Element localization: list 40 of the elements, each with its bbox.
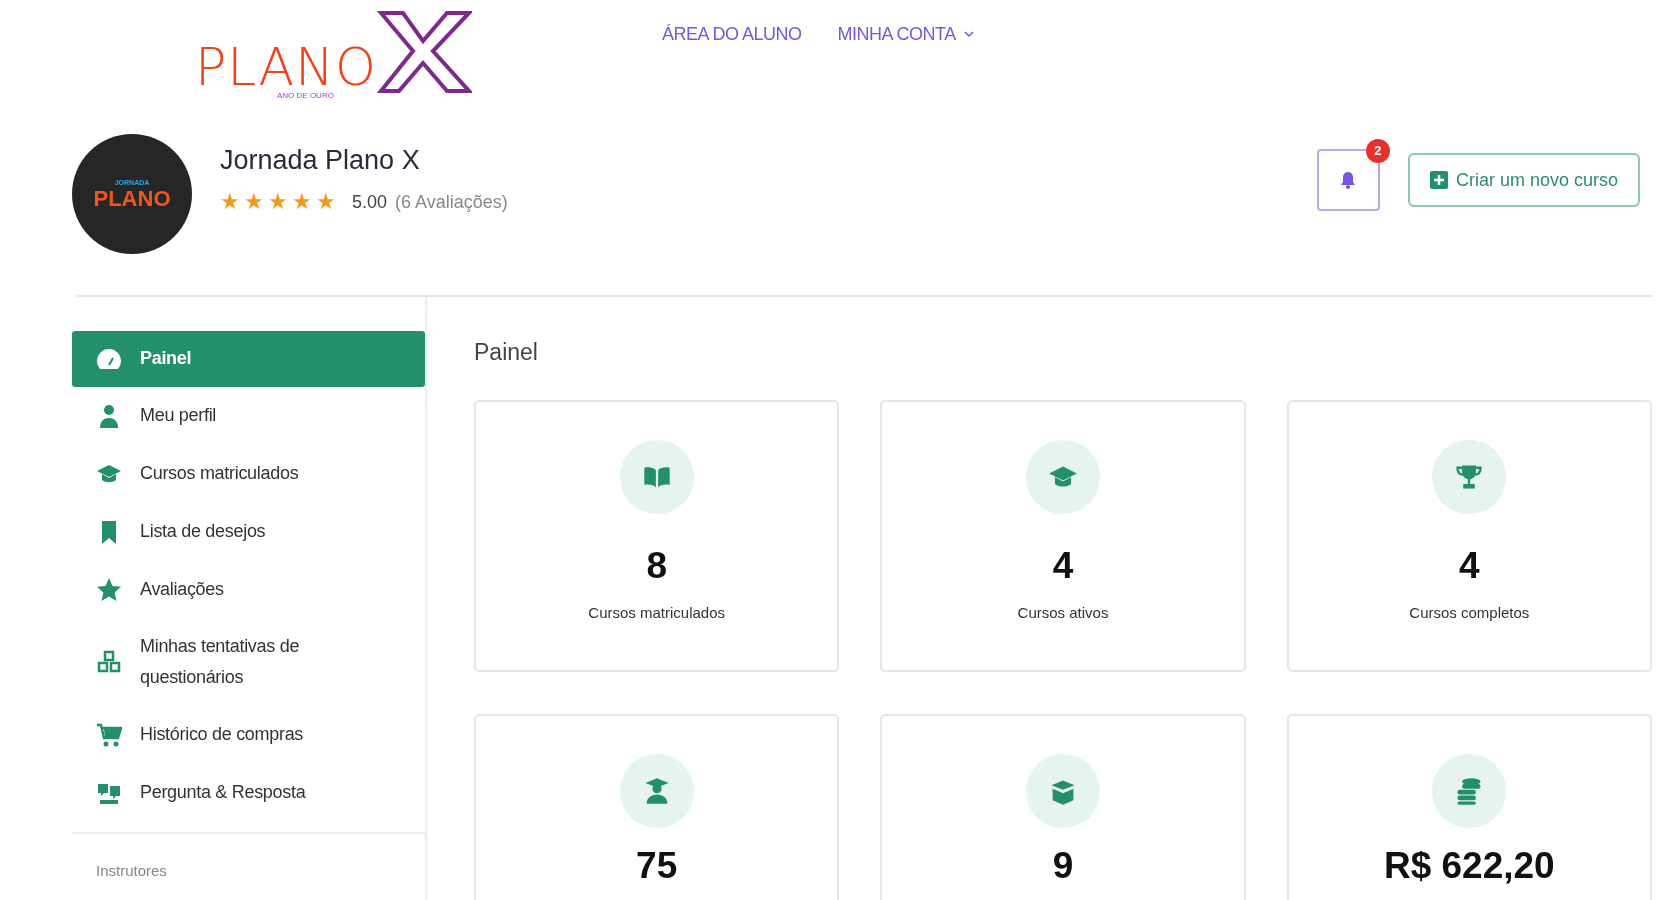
cart-icon [96,721,122,748]
plus-square-icon [1429,171,1448,189]
stat-value: R$ 622,20 [1383,843,1555,888]
sidebar-item[interactable]: Painel [72,331,425,387]
profile-name: Jornada Plano X [220,144,421,177]
squares-icon [96,649,122,675]
page-title: Painel [474,338,539,367]
sidebar-item[interactable]: Meu perfil [72,386,425,445]
star-icon: ★ [244,191,264,213]
bell-icon [1340,171,1357,189]
sidebar-item[interactable]: Avaliações [72,560,425,619]
sidebar-section-title: Instrutores [95,860,168,881]
sidebar-item[interactable]: Histórico de compras [72,705,425,764]
star-icon: ★ [268,191,288,213]
stat-value: 9 [1052,843,1074,888]
x-logo-icon [376,9,472,93]
sidebar-item[interactable]: Minhas tentativas de questionários [72,618,425,706]
star-icon: ★ [316,191,336,213]
stat-value: 4 [1459,543,1480,588]
rating-value: 5.00 [352,190,388,214]
sidebar-item[interactable]: Pergunta & Resposta [72,763,425,822]
stat-label: Cursos ativos [1017,602,1109,623]
review-count: (6 Avaliações) [395,190,508,214]
stat-label: Cursos completos [1409,602,1530,623]
star-icon: ★ [292,191,312,213]
stat-value: 8 [646,543,667,588]
stat-label: Cursos matriculados [588,602,725,623]
notification-badge: 2 [1365,139,1390,163]
star-icon: ★ [220,191,240,213]
star-icon [96,576,122,603]
nav-link[interactable]: ÁREA DO ALUNO [661,20,802,48]
nav-link[interactable]: MINHA CONTA [837,20,974,48]
logo-text: PLANO [195,41,377,93]
stat-value: 4 [1052,543,1074,588]
avatar-wordmark: PLANO [93,188,171,211]
sidebar-item[interactable]: Lista de desejos [72,502,425,561]
create-course-button[interactable]: Criar um novo curso [1407,153,1640,207]
stat-value: 75 [636,843,678,888]
logo-tagline: ANO DE OURO [277,90,334,102]
sidebar-item[interactable]: Cursos matriculados [72,444,425,503]
